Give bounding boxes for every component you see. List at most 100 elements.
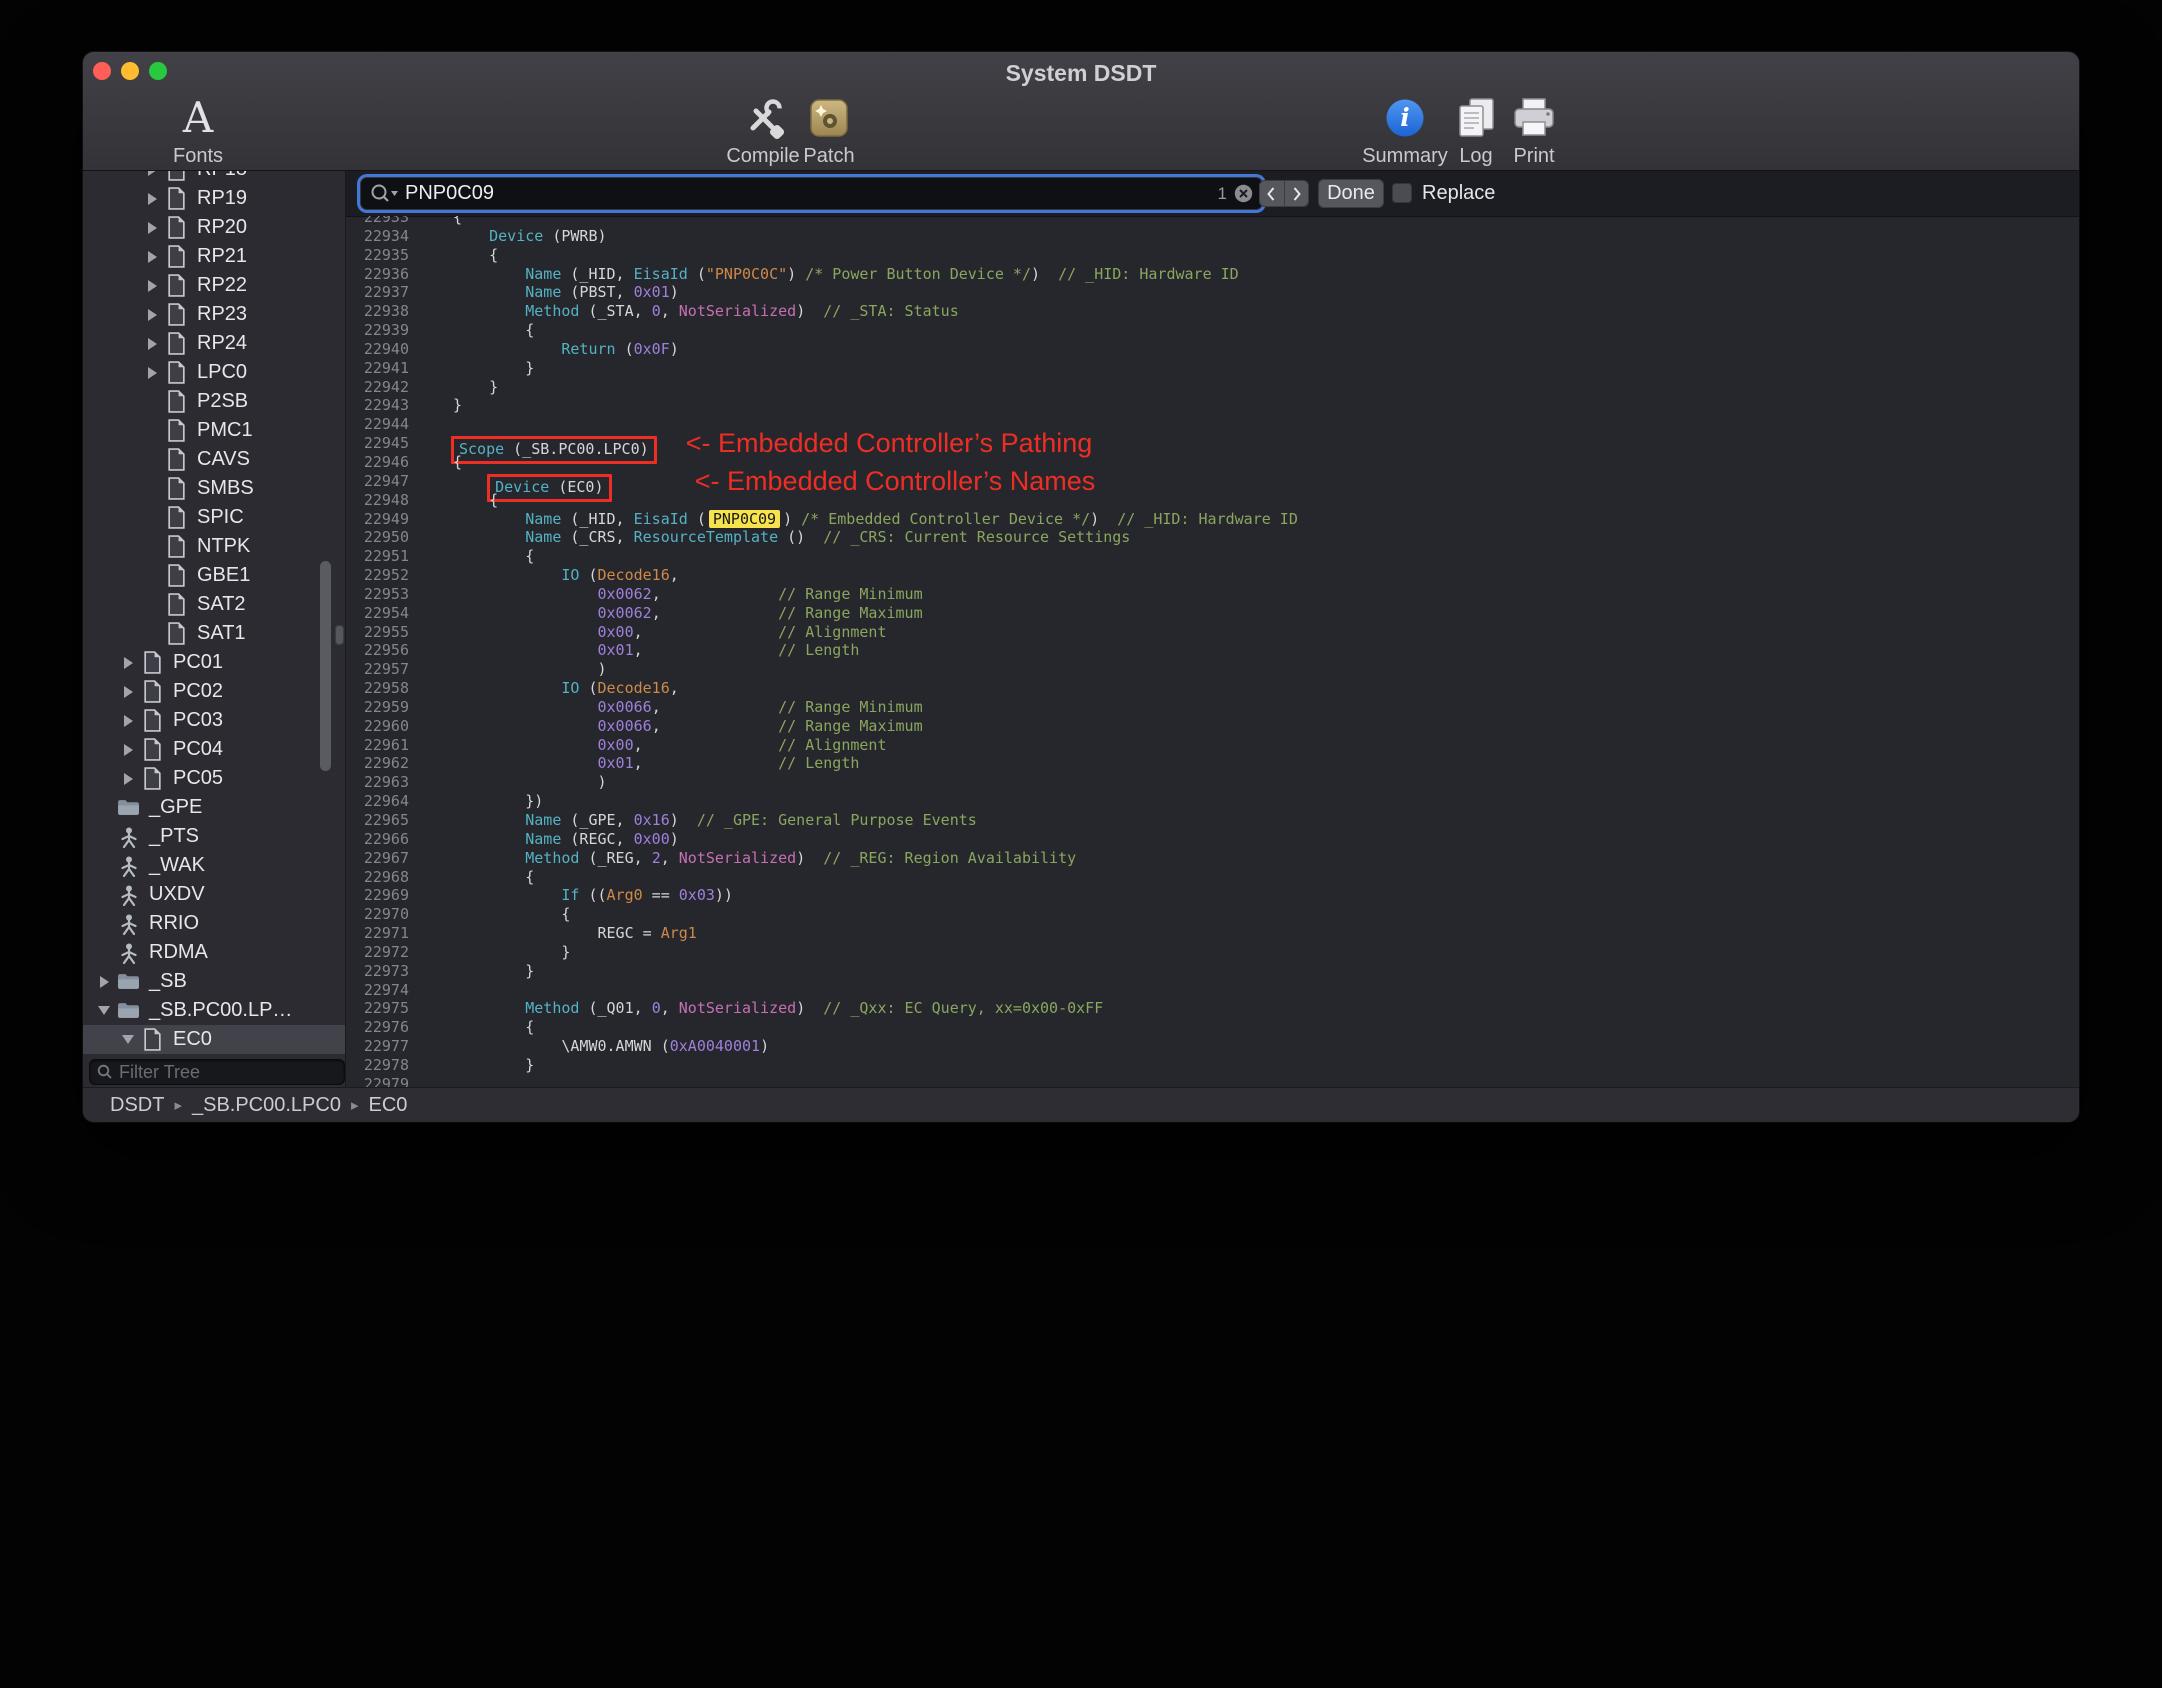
doc-icon: [163, 622, 190, 645]
tree-item-pc02[interactable]: PC02: [83, 677, 345, 706]
tree-item-_gpe[interactable]: _GPE: [83, 793, 345, 822]
find-previous-button[interactable]: [1259, 180, 1284, 207]
tree-item-label: _SB.PC00.LP…: [149, 999, 293, 1021]
tree-item-uxdv[interactable]: UXDV: [83, 880, 345, 909]
line-number: 22945: [363, 434, 409, 453]
find-bar: PNP0C09 1 Done Replace: [346, 171, 2079, 217]
doc-icon: [163, 593, 190, 616]
tree-item-rdma[interactable]: RDMA: [83, 938, 345, 967]
disclosure-right-icon[interactable]: [93, 975, 115, 988]
code-line: 22940 Return (0x0F): [346, 340, 2079, 359]
search-menu-icon[interactable]: [370, 183, 400, 205]
tree-item-pc05[interactable]: PC05: [83, 764, 345, 793]
tree-item-_pts[interactable]: _PTS: [83, 822, 345, 851]
disclosure-down-icon[interactable]: [93, 1006, 115, 1015]
splitter-handle[interactable]: [335, 625, 344, 645]
tree-item-rp20[interactable]: RP20: [83, 213, 345, 242]
disclosure-right-icon[interactable]: [141, 337, 163, 350]
tree-item-label: CAVS: [197, 448, 250, 470]
disclosure-right-icon[interactable]: [141, 192, 163, 205]
device-tree: RP18 RP19 RP20 RP21 RP22 RP23 RP24 LPC0 P2SB PMC1…: [83, 171, 345, 1057]
doc-icon: [163, 390, 190, 413]
tree-item-label: P2SB: [197, 390, 249, 412]
disclosure-right-icon[interactable]: [141, 171, 163, 176]
breadcrumb-item[interactable]: _SB.PC00.LPC0: [192, 1094, 341, 1117]
disclosure-right-icon[interactable]: [141, 221, 163, 234]
tree-item-pc03[interactable]: PC03: [83, 706, 345, 735]
tree-item-ec0[interactable]: EC0: [83, 1025, 345, 1054]
tree-item-rp21[interactable]: RP21: [83, 242, 345, 271]
tree-item-_sb[interactable]: _SB: [83, 967, 345, 996]
line-number: 22975: [363, 999, 409, 1018]
filter-tree-field[interactable]: Filter Tree: [90, 1060, 344, 1084]
sidebar-scrollbar[interactable]: [320, 561, 331, 771]
breadcrumb-item[interactable]: DSDT: [110, 1094, 164, 1117]
tree-item-label: SPIC: [197, 506, 244, 528]
tree-item-ntpk[interactable]: NTPK: [83, 532, 345, 561]
tree-item-smbs[interactable]: SMBS: [83, 474, 345, 503]
tree-item-label: RDMA: [149, 941, 208, 963]
tree-item-cavs[interactable]: CAVS: [83, 445, 345, 474]
find-prev-next-group: [1259, 180, 1309, 207]
replace-checkbox[interactable]: [1392, 183, 1412, 203]
method-icon: [115, 855, 142, 877]
line-number: 22963: [363, 773, 409, 792]
tree-item-spic[interactable]: SPIC: [83, 503, 345, 532]
done-button[interactable]: Done: [1318, 179, 1384, 208]
disclosure-right-icon[interactable]: [141, 366, 163, 379]
search-input[interactable]: PNP0C09: [405, 182, 1218, 205]
disclosure-right-icon[interactable]: [141, 279, 163, 292]
tree-item-sat2[interactable]: SAT2: [83, 590, 345, 619]
tree-item-label: PC02: [173, 680, 224, 702]
patch-button[interactable]: Patch: [764, 92, 894, 168]
line-number: 22936: [363, 264, 409, 283]
tree-item-_sb-pc00-lp[interactable]: _SB.PC00.LP…: [83, 996, 345, 1025]
code-line: 22963 ): [346, 773, 2079, 792]
svg-text:i: i: [1400, 103, 1410, 132]
code-line: 22967 Method (_REG, 2, NotSerialized) //…: [346, 849, 2079, 868]
line-number: 22942: [363, 377, 409, 396]
disclosure-right-icon[interactable]: [117, 772, 139, 785]
replace-label: Replace: [1422, 182, 1496, 204]
tree-item-rrio[interactable]: RRIO: [83, 909, 345, 938]
doc-icon: [139, 651, 166, 674]
search-field[interactable]: PNP0C09 1: [361, 178, 1262, 209]
code-view[interactable]: 22933{22934 Device (PWRB) 22935 {22936 Na…: [346, 216, 2079, 1088]
disclosure-right-icon[interactable]: [117, 685, 139, 698]
disclosure-right-icon[interactable]: [141, 250, 163, 263]
tree-item-label: EC0: [173, 1028, 212, 1050]
tree-item-rp23[interactable]: RP23: [83, 300, 345, 329]
disclosure-down-icon[interactable]: [117, 1035, 139, 1044]
code-line: 22944: [346, 415, 2079, 434]
disclosure-right-icon[interactable]: [141, 308, 163, 321]
tree-item-lpc0[interactable]: LPC0: [83, 358, 345, 387]
clear-search-icon[interactable]: [1234, 184, 1253, 203]
tree-item-rp19[interactable]: RP19: [83, 184, 345, 213]
line-number: 22962: [363, 754, 409, 773]
disclosure-right-icon[interactable]: [117, 656, 139, 669]
print-button[interactable]: Print: [1469, 92, 1599, 168]
tree-item-label: LPC0: [197, 361, 248, 383]
tree-item-sat1[interactable]: SAT1: [83, 619, 345, 648]
breadcrumb-item[interactable]: EC0: [369, 1094, 408, 1117]
match-count: 1: [1217, 183, 1227, 203]
code-line: 22938 Method (_STA, 0, NotSerialized) //…: [346, 302, 2079, 321]
tree-item-rp18[interactable]: RP18: [83, 171, 345, 184]
disclosure-right-icon[interactable]: [117, 743, 139, 756]
line-number: 22965: [363, 811, 409, 829]
tree-item-p2sb[interactable]: P2SB: [83, 387, 345, 416]
doc-icon: [163, 361, 190, 384]
tree-item-rp22[interactable]: RP22: [83, 271, 345, 300]
tree-item-pmc1[interactable]: PMC1: [83, 416, 345, 445]
tree-item-_wak[interactable]: _WAK: [83, 851, 345, 880]
tree-item-pc01[interactable]: PC01: [83, 648, 345, 677]
doc-icon: [139, 767, 166, 790]
tree-item-rp24[interactable]: RP24: [83, 329, 345, 358]
disclosure-right-icon[interactable]: [117, 714, 139, 727]
find-next-button[interactable]: [1283, 180, 1310, 207]
breadcrumb-separator-icon: ▸: [174, 1097, 182, 1114]
tree-item-gbe1[interactable]: GBE1: [83, 561, 345, 590]
fonts-button[interactable]: A Fonts: [133, 92, 263, 168]
tree-item-pc04[interactable]: PC04: [83, 735, 345, 764]
line-number: 22951: [363, 547, 409, 566]
